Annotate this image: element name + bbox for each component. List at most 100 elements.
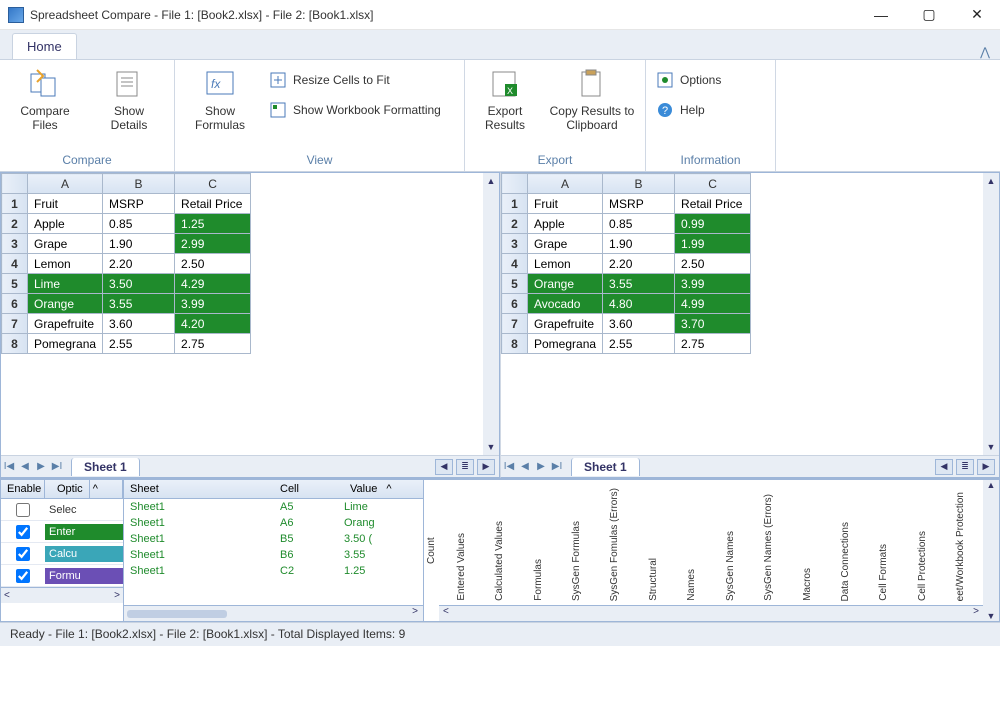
last-sheet-button[interactable]: ▶I	[49, 461, 65, 472]
row-header[interactable]: 6	[502, 294, 528, 314]
next-sheet-button[interactable]: ▶	[33, 461, 49, 472]
cell[interactable]: 1.90	[603, 234, 675, 254]
row-header[interactable]: 1	[2, 194, 28, 214]
first-sheet-button[interactable]: I◀	[501, 461, 517, 472]
show-formulas-button[interactable]: fx Show Formulas	[185, 64, 255, 151]
results-hscroll[interactable]: >	[124, 605, 423, 621]
scroll-left-icon[interactable]: ◀	[435, 459, 453, 475]
col-header-B[interactable]: B	[603, 174, 675, 194]
cell[interactable]: MSRP	[603, 194, 675, 214]
col-header-A[interactable]: A	[28, 174, 103, 194]
sheet-tab[interactable]: Sheet 1	[571, 458, 640, 476]
option-checkbox[interactable]	[1, 547, 45, 561]
result-row[interactable]: Sheet1B63.55	[124, 547, 423, 563]
option-row[interactable]: Enter	[1, 521, 123, 543]
cell[interactable]: 2.55	[103, 334, 175, 354]
corner-cell[interactable]	[2, 174, 28, 194]
cell[interactable]: Apple	[528, 214, 603, 234]
result-row[interactable]: Sheet1A5Lime	[124, 499, 423, 515]
cell[interactable]: 3.55	[103, 294, 175, 314]
cell[interactable]: Retail Price	[175, 194, 251, 214]
cell[interactable]: Fruit	[528, 194, 603, 214]
show-details-button[interactable]: Show Details	[94, 64, 164, 151]
cell[interactable]: 3.60	[103, 314, 175, 334]
cell[interactable]: 2.55	[603, 334, 675, 354]
cell[interactable]: Pomegrana	[28, 334, 103, 354]
row-header[interactable]: 2	[2, 214, 28, 234]
col-sheet[interactable]: Sheet	[124, 480, 274, 498]
row-header[interactable]: 4	[2, 254, 28, 274]
option-row[interactable]: Formu	[1, 565, 123, 587]
row-header[interactable]: 3	[502, 234, 528, 254]
option-row[interactable]: Selec	[1, 499, 123, 521]
cell[interactable]: 1.25	[175, 214, 251, 234]
vscroll-file2[interactable]: ▲▼	[983, 173, 999, 455]
cell[interactable]: MSRP	[103, 194, 175, 214]
col-header-C[interactable]: C	[675, 174, 751, 194]
cell[interactable]: 3.50	[103, 274, 175, 294]
cell[interactable]: Grapefruite	[528, 314, 603, 334]
cell[interactable]: Grapefruite	[28, 314, 103, 334]
row-header[interactable]: 7	[502, 314, 528, 334]
row-header[interactable]: 4	[502, 254, 528, 274]
cell[interactable]: 4.99	[675, 294, 751, 314]
cell[interactable]: 4.20	[175, 314, 251, 334]
collapse-ribbon-icon[interactable]: ⋀	[980, 45, 990, 59]
cell[interactable]: 2.99	[175, 234, 251, 254]
col-header-C[interactable]: C	[175, 174, 251, 194]
chart-vscroll[interactable]: ▲▼	[983, 480, 999, 621]
row-header[interactable]: 1	[502, 194, 528, 214]
scroll-grip-icon[interactable]: ≣	[456, 459, 474, 475]
cell[interactable]: Pomegrana	[528, 334, 603, 354]
cell[interactable]: 4.29	[175, 274, 251, 294]
maximize-button[interactable]: ▢	[914, 5, 944, 25]
chart-hscroll[interactable]: <>	[439, 605, 983, 621]
cell[interactable]: 2.20	[603, 254, 675, 274]
grid-file1[interactable]: ABC 1FruitMSRPRetail Price 2Apple0.851.25 3…	[1, 173, 499, 455]
options-button[interactable]: Options	[656, 71, 721, 89]
col-cell[interactable]: Cell	[274, 480, 338, 498]
col-option[interactable]: Optic ^	[45, 480, 123, 498]
sheet-tab[interactable]: Sheet 1	[71, 458, 140, 476]
cell[interactable]: 2.75	[175, 334, 251, 354]
cell[interactable]: 2.75	[675, 334, 751, 354]
row-header[interactable]: 8	[2, 334, 28, 354]
cell[interactable]: 1.99	[675, 234, 751, 254]
cell[interactable]: 2.50	[675, 254, 751, 274]
cell[interactable]: Orange	[528, 274, 603, 294]
scroll-grip-icon[interactable]: ≣	[956, 459, 974, 475]
last-sheet-button[interactable]: ▶I	[549, 461, 565, 472]
cell[interactable]: Lime	[28, 274, 103, 294]
row-header[interactable]: 5	[2, 274, 28, 294]
col-enable[interactable]: Enable	[1, 480, 45, 498]
cell[interactable]: 3.99	[175, 294, 251, 314]
next-sheet-button[interactable]: ▶	[533, 461, 549, 472]
show-formatting-button[interactable]: Show Workbook Formatting	[269, 101, 441, 119]
col-value[interactable]: Value ^	[338, 480, 398, 498]
copy-clipboard-button[interactable]: Copy Results to Clipboard	[549, 64, 635, 151]
cell[interactable]: 2.20	[103, 254, 175, 274]
cell[interactable]: Lemon	[28, 254, 103, 274]
col-header-B[interactable]: B	[103, 174, 175, 194]
cell[interactable]: Lemon	[528, 254, 603, 274]
row-header[interactable]: 5	[502, 274, 528, 294]
prev-sheet-button[interactable]: ◀	[17, 461, 33, 472]
cell[interactable]: Retail Price	[675, 194, 751, 214]
minimize-button[interactable]: —	[866, 5, 896, 25]
cell[interactable]: 4.80	[603, 294, 675, 314]
compare-files-button[interactable]: Compare Files	[10, 64, 80, 151]
cell[interactable]: 0.85	[603, 214, 675, 234]
cell[interactable]: 0.85	[103, 214, 175, 234]
vscroll-file1[interactable]: ▲▼	[483, 173, 499, 455]
scroll-left-icon[interactable]: ◀	[935, 459, 953, 475]
cell[interactable]: Apple	[28, 214, 103, 234]
scroll-right-icon[interactable]: ▶	[477, 459, 495, 475]
row-header[interactable]: 7	[2, 314, 28, 334]
tab-home[interactable]: Home	[12, 33, 77, 59]
cell[interactable]: 2.50	[175, 254, 251, 274]
cell[interactable]: Fruit	[28, 194, 103, 214]
row-header[interactable]: 3	[2, 234, 28, 254]
first-sheet-button[interactable]: I◀	[1, 461, 17, 472]
cell[interactable]: Avocado	[528, 294, 603, 314]
col-header-A[interactable]: A	[528, 174, 603, 194]
